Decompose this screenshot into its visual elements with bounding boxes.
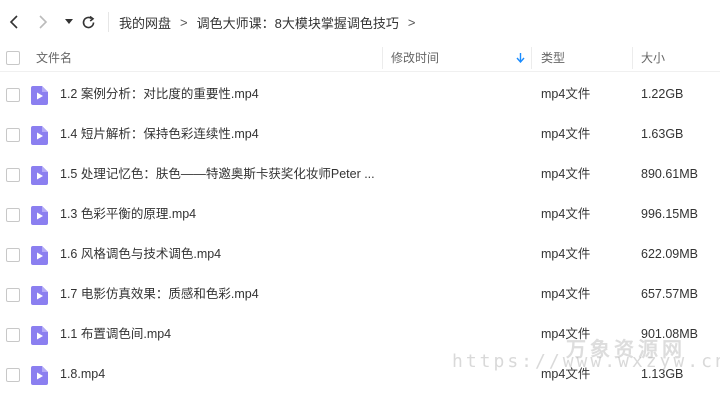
file-name[interactable]: 1.1 布置调色间.mp4	[60, 314, 171, 354]
file-row[interactable]: 1.4 短片解析：保持色彩连续性.mp4 mp4文件 1.63GB	[0, 114, 720, 154]
column-divider[interactable]	[531, 47, 532, 69]
file-size: 1.22GB	[641, 87, 684, 101]
caret-down-icon	[65, 19, 73, 24]
forward-button[interactable]	[31, 10, 55, 34]
video-file-icon	[31, 326, 48, 345]
file-list-header: 文件名 修改时间 类型 大小	[0, 44, 720, 72]
toolbar-divider	[108, 12, 109, 32]
breadcrumb: 我的网盘 > 调色大师课：8大模块掌握调色技巧 >	[119, 13, 424, 32]
breadcrumb-item-current[interactable]: 调色大师课：8大模块掌握调色技巧	[197, 13, 399, 32]
toolbar: 我的网盘 > 调色大师课：8大模块掌握调色技巧 >	[0, 0, 720, 44]
file-name[interactable]: 1.3 色彩平衡的原理.mp4	[60, 194, 196, 234]
file-name[interactable]: 1.5 处理记忆色：肤色——特邀奥斯卡获奖化妆师Peter ...	[60, 154, 375, 194]
video-file-icon	[31, 86, 48, 105]
row-checkbox[interactable]	[6, 288, 20, 302]
row-checkbox[interactable]	[6, 328, 20, 342]
file-type: mp4文件	[541, 287, 591, 301]
breadcrumb-item-root[interactable]: 我的网盘	[119, 13, 171, 32]
file-name[interactable]: 1.6 风格调色与技术调色.mp4	[60, 234, 221, 274]
video-file-icon	[31, 366, 48, 385]
file-name[interactable]: 1.4 短片解析：保持色彩连续性.mp4	[60, 114, 259, 154]
file-type: mp4文件	[541, 87, 591, 101]
chevron-left-icon	[9, 15, 18, 29]
video-file-icon	[31, 206, 48, 225]
file-row[interactable]: 1.7 电影仿真效果：质感和色彩.mp4 mp4文件 657.57MB	[0, 274, 720, 314]
breadcrumb-separator: >	[407, 15, 416, 30]
row-checkbox[interactable]	[6, 168, 20, 182]
file-size: 622.09MB	[641, 247, 698, 261]
chevron-right-icon	[39, 15, 48, 29]
sort-down-arrow-icon[interactable]	[516, 53, 525, 63]
column-header-size[interactable]: 大小	[641, 44, 665, 72]
file-type: mp4文件	[541, 167, 591, 181]
row-checkbox[interactable]	[6, 368, 20, 382]
column-header-modified[interactable]: 修改时间	[391, 44, 439, 72]
video-file-icon	[31, 246, 48, 265]
file-row[interactable]: 1.6 风格调色与技术调色.mp4 mp4文件 622.09MB	[0, 234, 720, 274]
back-button[interactable]	[2, 10, 26, 34]
row-checkbox[interactable]	[6, 88, 20, 102]
video-file-icon	[31, 166, 48, 185]
breadcrumb-separator: >	[180, 15, 188, 30]
file-type: mp4文件	[541, 247, 591, 261]
row-checkbox[interactable]	[6, 128, 20, 142]
file-row[interactable]: 1.5 处理记忆色：肤色——特邀奥斯卡获奖化妆师Peter ... mp4文件 …	[0, 154, 720, 194]
column-header-type[interactable]: 类型	[541, 44, 565, 72]
refresh-icon	[82, 15, 94, 28]
file-type: mp4文件	[541, 127, 591, 141]
row-checkbox[interactable]	[6, 208, 20, 222]
row-checkbox[interactable]	[6, 248, 20, 262]
file-name[interactable]: 1.8.mp4	[60, 354, 105, 394]
file-size: 657.57MB	[641, 287, 698, 301]
file-size: 890.61MB	[641, 167, 698, 181]
file-size: 1.63GB	[641, 127, 684, 141]
video-file-icon	[31, 286, 48, 305]
select-all-checkbox[interactable]	[6, 51, 20, 65]
file-name[interactable]: 1.2 案例分析：对比度的重要性.mp4	[60, 74, 259, 114]
file-type: mp4文件	[541, 207, 591, 221]
file-name[interactable]: 1.7 电影仿真效果：质感和色彩.mp4	[60, 274, 259, 314]
file-size: 996.15MB	[641, 207, 698, 221]
column-header-name[interactable]: 文件名	[36, 44, 72, 72]
column-divider[interactable]	[382, 47, 383, 69]
video-file-icon	[31, 126, 48, 145]
refresh-button[interactable]	[76, 10, 100, 34]
watermark-url: https://www.wxzyw.cn	[452, 351, 720, 372]
column-divider[interactable]	[632, 47, 633, 69]
file-row[interactable]: 1.3 色彩平衡的原理.mp4 mp4文件 996.15MB	[0, 194, 720, 234]
file-row[interactable]: 1.2 案例分析：对比度的重要性.mp4 mp4文件 1.22GB	[0, 74, 720, 114]
